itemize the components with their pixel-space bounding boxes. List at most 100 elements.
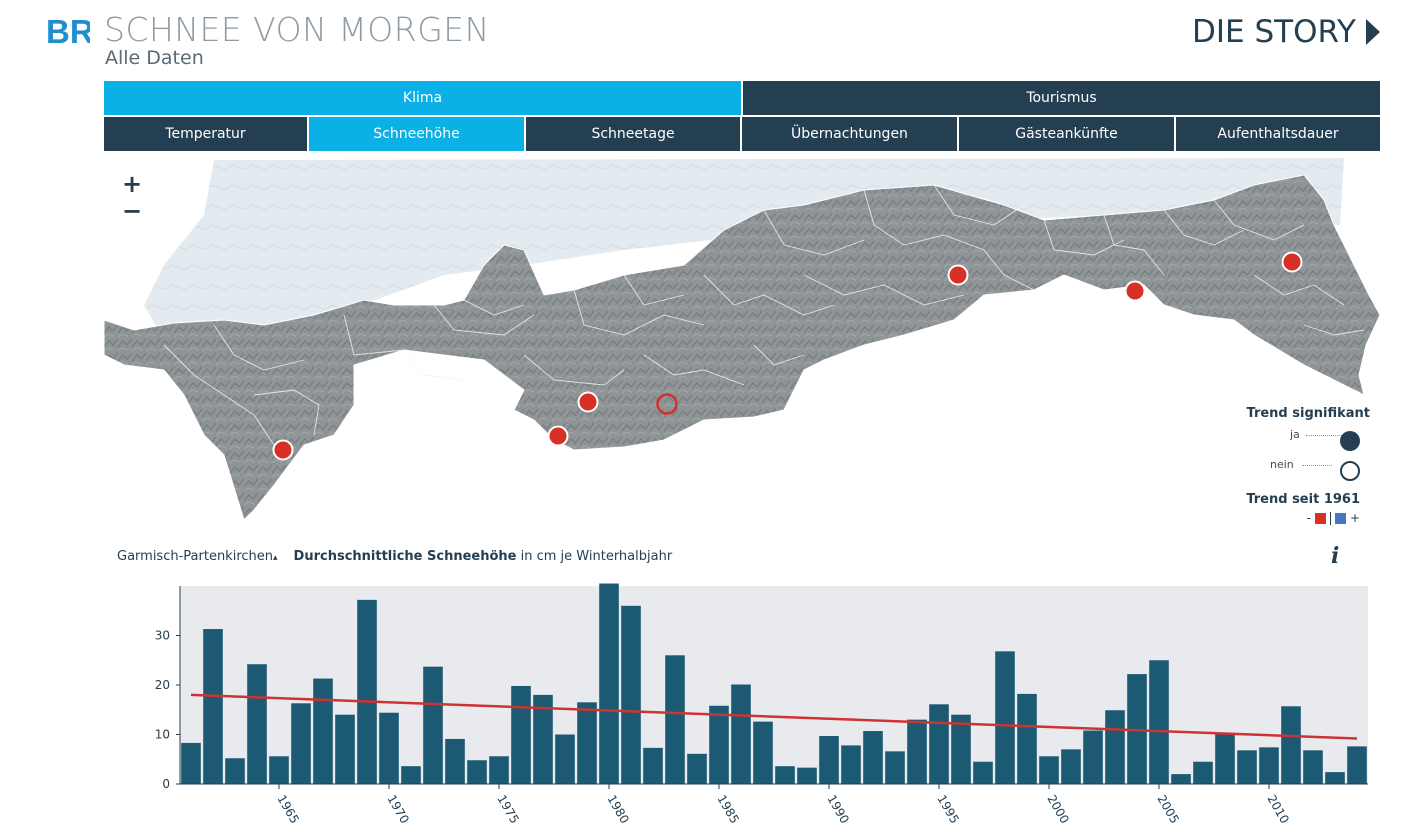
bar bbox=[885, 751, 905, 784]
bar bbox=[731, 684, 751, 784]
zoom-out-button[interactable]: − bbox=[122, 197, 142, 225]
bar bbox=[1083, 730, 1103, 784]
tab-schneehoehe[interactable]: Schneehöhe bbox=[309, 117, 524, 151]
bar bbox=[819, 735, 839, 784]
page-title: SCHNEE VON MORGEN bbox=[104, 10, 490, 49]
primary-nav: Klima Tourismus bbox=[104, 81, 1380, 115]
bar bbox=[1281, 706, 1301, 784]
tab-aufenthaltsdauer[interactable]: Aufenthaltsdauer bbox=[1176, 117, 1380, 151]
info-icon[interactable]: i bbox=[1331, 543, 1339, 569]
region-map[interactable] bbox=[104, 155, 1380, 530]
bar bbox=[1061, 749, 1081, 784]
chart-header: Garmisch-Partenkirchen▴ Durchschnittlich… bbox=[117, 549, 672, 564]
bar bbox=[247, 664, 267, 784]
bar bbox=[621, 605, 641, 784]
significant-dot-icon bbox=[1340, 431, 1360, 451]
bar bbox=[291, 703, 311, 784]
x-tick-label: 1980 bbox=[604, 793, 631, 826]
bar bbox=[1259, 747, 1279, 784]
bar bbox=[379, 712, 399, 784]
negative-swatch-icon bbox=[1314, 512, 1326, 524]
bar bbox=[687, 753, 707, 784]
bar bbox=[1303, 750, 1323, 784]
bar bbox=[1039, 756, 1059, 784]
legend-trend-scale: - + bbox=[1307, 511, 1360, 525]
bar bbox=[775, 766, 795, 784]
map-legend: Trend signifikant ja nein Trend seit 196… bbox=[1210, 406, 1371, 525]
bar bbox=[313, 678, 333, 784]
bar bbox=[1347, 746, 1367, 784]
bar bbox=[665, 655, 685, 784]
tab-schneetage[interactable]: Schneetage bbox=[526, 117, 740, 151]
bar bbox=[401, 766, 421, 784]
bar bbox=[841, 745, 861, 784]
x-tick-label: 2000 bbox=[1044, 793, 1071, 826]
bar bbox=[1105, 710, 1125, 784]
x-tick-label: 1975 bbox=[494, 793, 521, 826]
bar bbox=[1193, 761, 1213, 784]
bar bbox=[577, 702, 597, 784]
bar bbox=[709, 705, 729, 784]
tab-temperatur[interactable]: Temperatur bbox=[104, 117, 307, 151]
x-tick-label: 1970 bbox=[384, 793, 411, 826]
station-marker[interactable] bbox=[1281, 251, 1303, 273]
snow-depth-chart: 0 10 20 30 1965 1970 1975 1980 1985 1990 1995 2000 2… bbox=[155, 583, 1368, 826]
legend-minus: - bbox=[1306, 511, 1311, 525]
station-marker[interactable] bbox=[272, 439, 294, 461]
x-tick-label: 2005 bbox=[1154, 793, 1181, 826]
bar bbox=[489, 756, 509, 784]
bar bbox=[973, 761, 993, 784]
zoom-in-button[interactable]: + bbox=[122, 170, 142, 198]
station-marker[interactable] bbox=[1124, 280, 1146, 302]
bar bbox=[907, 719, 927, 784]
metric-name: Durchschnittliche Schneehöhe bbox=[293, 549, 517, 564]
bar bbox=[555, 734, 575, 784]
bar bbox=[797, 767, 817, 784]
tab-klima[interactable]: Klima bbox=[104, 81, 741, 115]
bar bbox=[1017, 693, 1037, 784]
tab-uebernachtungen[interactable]: Übernachtungen bbox=[742, 117, 957, 151]
legend-trend-title: Trend seit 1961 bbox=[1246, 492, 1360, 507]
legend-nein-leader bbox=[1302, 465, 1332, 466]
tab-tourismus[interactable]: Tourismus bbox=[743, 81, 1380, 115]
bar bbox=[203, 629, 223, 784]
bar bbox=[863, 731, 883, 784]
station-marker[interactable] bbox=[577, 391, 599, 413]
story-link-label: DIE STORY bbox=[1192, 14, 1356, 50]
bar bbox=[181, 742, 201, 784]
bar bbox=[995, 651, 1015, 784]
bar bbox=[1215, 733, 1235, 784]
y-tick-label: 0 bbox=[162, 777, 170, 791]
bar bbox=[1325, 772, 1345, 784]
bar bbox=[1149, 660, 1169, 784]
station-marker[interactable] bbox=[947, 264, 969, 286]
bar bbox=[269, 756, 289, 784]
bar bbox=[445, 738, 465, 784]
br-logo: BR bbox=[46, 13, 90, 48]
metric-unit: in cm je Winterhalbjahr bbox=[516, 549, 673, 564]
tab-gaesteankuenfte[interactable]: Gästeankünfte bbox=[959, 117, 1174, 151]
station-marker[interactable] bbox=[547, 425, 569, 447]
bar bbox=[929, 704, 949, 784]
x-tick-label: 1995 bbox=[934, 793, 961, 826]
page-subtitle: Alle Daten bbox=[105, 47, 204, 69]
legend-ja-label: ja bbox=[1290, 428, 1300, 441]
legend-title: Trend signifikant bbox=[1246, 406, 1371, 421]
y-tick-label: 10 bbox=[155, 728, 170, 742]
scale-divider bbox=[1329, 511, 1331, 525]
positive-swatch-icon bbox=[1334, 512, 1346, 524]
station-name: Garmisch-Partenkirchen bbox=[117, 549, 274, 564]
bar bbox=[1237, 750, 1257, 784]
x-tick-label: 2010 bbox=[1264, 793, 1291, 826]
bar bbox=[357, 599, 377, 784]
secondary-nav: Temperatur Schneehöhe Schneetage Übernac… bbox=[104, 117, 1380, 151]
bar bbox=[225, 758, 245, 784]
legend-nein-label: nein bbox=[1270, 458, 1294, 471]
station-dropdown[interactable]: Garmisch-Partenkirchen▴ bbox=[117, 549, 278, 564]
bar bbox=[753, 721, 773, 784]
x-tick-label: 1990 bbox=[824, 793, 851, 826]
bar bbox=[1171, 774, 1191, 784]
x-tick-label: 1985 bbox=[714, 793, 741, 826]
story-link[interactable]: DIE STORY bbox=[1192, 14, 1380, 50]
bar bbox=[423, 666, 443, 784]
